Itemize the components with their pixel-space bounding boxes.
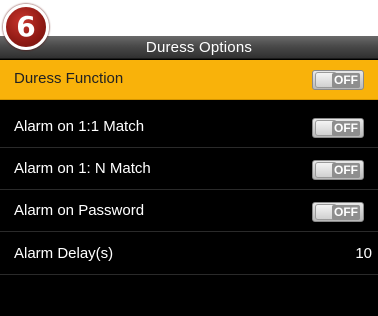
toggle-state-label: OFF	[332, 73, 360, 88]
menu-row-alarm-1-n-match[interactable]: Alarm on 1: N Match OFF	[0, 150, 378, 190]
menu-row-label: Alarm Delay(s)	[14, 245, 114, 262]
menu-row-label: Alarm on 1: N Match	[14, 160, 151, 177]
title-bar: Duress Options	[0, 36, 378, 59]
page-title: Duress Options	[145, 39, 253, 56]
menu-row-label: Duress Function	[14, 70, 124, 87]
toggle-state-label: OFF	[332, 205, 360, 220]
toggle-state-label: OFF	[332, 121, 360, 136]
toggle-state-label: OFF	[332, 163, 360, 178]
alarm-1-1-match-toggle[interactable]: OFF	[312, 118, 364, 138]
menu-row-alarm-delay[interactable]: Alarm Delay(s) 10	[0, 235, 378, 275]
menu-row-alarm-on-password[interactable]: Alarm on Password OFF	[0, 192, 378, 232]
alarm-on-password-toggle[interactable]: OFF	[312, 202, 364, 222]
menu-row-label: Alarm on 1:1 Match	[14, 118, 145, 135]
alarm-delay-value: 10	[355, 245, 372, 262]
menu-row-duress-function[interactable]: Duress Function OFF	[0, 60, 378, 100]
duress-function-toggle[interactable]: OFF	[312, 70, 364, 90]
alarm-1-n-match-toggle[interactable]: OFF	[312, 160, 364, 180]
menu-row-alarm-1-1-match[interactable]: Alarm on 1:1 Match OFF	[0, 108, 378, 148]
step-number-badge: 6	[3, 4, 49, 50]
step-number: 6	[16, 10, 36, 43]
menu-row-label: Alarm on Password	[14, 202, 145, 219]
image-top-margin	[0, 0, 378, 36]
